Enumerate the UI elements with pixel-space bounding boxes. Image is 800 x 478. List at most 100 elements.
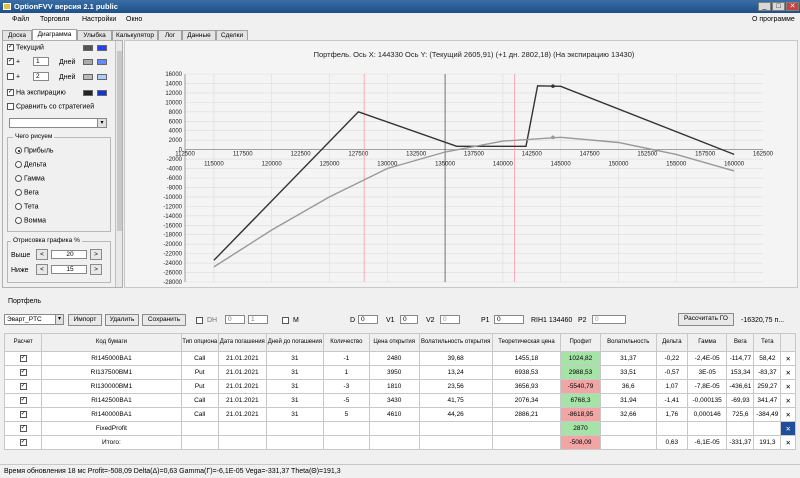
menu-settings[interactable]: Настройки — [82, 16, 116, 23]
col-header[interactable]: Код бумаги — [41, 333, 182, 352]
fixed-delete-icon[interactable]: ✕ — [780, 421, 796, 436]
above-input[interactable]: 20 — [51, 250, 87, 259]
plus1-color-2[interactable] — [97, 59, 107, 65]
plus2-checkbox[interactable] — [7, 73, 14, 80]
radio-vomma[interactable]: Вомма — [15, 217, 46, 224]
delete-row-icon[interactable]: ✕ — [780, 365, 796, 380]
col-header[interactable]: Волатильность — [599, 333, 657, 352]
col-header[interactable]: Дней до погашения — [265, 333, 325, 352]
dh-input-1[interactable]: 0 — [225, 315, 245, 324]
delete-row-icon[interactable]: ✕ — [780, 407, 796, 422]
col-header[interactable]: Количество — [323, 333, 370, 352]
tab-smile[interactable]: Улыбка — [77, 30, 112, 40]
row-checkbox[interactable]: ✓ — [19, 410, 27, 418]
below-input[interactable]: 15 — [51, 265, 87, 274]
calc-checkbox[interactable]: ✓ — [3, 351, 43, 366]
plus1-days-input[interactable]: 1 — [33, 57, 49, 66]
col-header[interactable]: Тип опциона — [180, 333, 219, 352]
maximize-button[interactable]: □ — [772, 2, 785, 11]
col-header[interactable]: Профит — [560, 333, 601, 352]
strategy-select[interactable]: ▾ — [9, 118, 107, 128]
tab-deals[interactable]: Сделки — [216, 30, 248, 40]
calc-checkbox[interactable]: ✓ — [3, 379, 43, 394]
current-checkbox[interactable]: ✓ — [7, 44, 14, 51]
menu-window[interactable]: Окно — [126, 16, 142, 23]
close-button[interactable]: ✕ — [786, 2, 799, 11]
col-header[interactable]: Тета — [753, 333, 782, 352]
total-checkbox[interactable]: ✓ — [19, 438, 27, 446]
total-delete-icon[interactable]: ✕ — [780, 435, 796, 450]
dh-input-2[interactable]: 1 — [248, 315, 268, 324]
tab-data[interactable]: Данные — [182, 30, 216, 40]
radio-theta[interactable]: Тета — [15, 203, 39, 210]
radio-gamma[interactable]: Гамма — [15, 175, 45, 182]
row-checkbox[interactable]: ✓ — [19, 382, 27, 390]
col-header[interactable]: Цена открытия — [368, 333, 420, 352]
row-checkbox[interactable]: ✓ — [19, 354, 27, 362]
expiry-color-2[interactable] — [97, 90, 107, 96]
minimize-button[interactable]: _ — [758, 2, 771, 11]
expiry-checkbox[interactable]: ✓ — [7, 89, 14, 96]
calc-checkbox[interactable]: ✓ — [3, 407, 43, 422]
calc-checkbox[interactable]: ✓ — [3, 435, 43, 450]
above-increase-button[interactable]: > — [90, 249, 102, 260]
left-panel-scrollbar[interactable] — [115, 41, 122, 287]
plus2-days-input[interactable]: 2 — [33, 72, 49, 81]
radio-theta-dot[interactable] — [15, 203, 22, 210]
plus2-color-1[interactable] — [83, 74, 93, 80]
radio-gamma-dot[interactable] — [15, 175, 22, 182]
radio-vomma-dot[interactable] — [15, 217, 22, 224]
delete-row-icon[interactable]: ✕ — [780, 379, 796, 394]
plus1-checkbox[interactable]: ✓ — [7, 58, 14, 65]
radio-vega[interactable]: Вега — [15, 189, 39, 196]
plus2-color-2[interactable] — [97, 74, 107, 80]
expiry-color-1[interactable] — [83, 90, 93, 96]
radio-vega-dot[interactable] — [15, 189, 22, 196]
calc-checkbox[interactable]: ✓ — [3, 421, 43, 436]
below-increase-button[interactable]: > — [90, 264, 102, 275]
current-color-1[interactable] — [83, 45, 93, 51]
v2-input[interactable]: 0 — [440, 315, 460, 324]
scrollbar-thumb[interactable] — [117, 51, 122, 231]
col-header[interactable]: Гамма — [686, 333, 728, 352]
col-header[interactable]: Вега — [726, 333, 755, 352]
calc-go-button[interactable]: Рассчитать ГО — [678, 313, 734, 326]
menu-about[interactable]: О программе — [752, 16, 795, 23]
compare-checkbox[interactable] — [7, 103, 14, 110]
tab-log[interactable]: Лог — [158, 30, 182, 40]
m-checkbox[interactable] — [282, 317, 289, 324]
dh-checkbox[interactable] — [196, 317, 203, 324]
calc-checkbox[interactable]: ✓ — [3, 365, 43, 380]
delete-button[interactable]: Удалить — [105, 314, 139, 326]
delete-row-icon[interactable]: ✕ — [780, 393, 796, 408]
radio-delta-dot[interactable] — [15, 161, 22, 168]
col-header[interactable]: Расчет — [3, 333, 43, 352]
tab-diagram[interactable]: Диаграмма — [32, 29, 77, 40]
row-checkbox[interactable]: ✓ — [19, 396, 27, 404]
row-checkbox[interactable]: ✓ — [19, 368, 27, 376]
current-color-2[interactable] — [97, 45, 107, 51]
radio-delta[interactable]: Дельта — [15, 161, 47, 168]
d-input[interactable]: 0 — [358, 315, 378, 324]
tab-board[interactable]: Доска — [2, 30, 32, 40]
menu-file[interactable]: Файл — [12, 16, 29, 23]
fixed-checkbox[interactable]: ✓ — [19, 424, 27, 432]
below-decrease-button[interactable]: < — [36, 264, 48, 275]
p2-input[interactable]: 0 — [592, 315, 626, 324]
plus1-color-1[interactable] — [83, 59, 93, 65]
radio-profit-dot[interactable] — [15, 147, 22, 154]
col-header[interactable]: Теоретическая цена — [491, 333, 562, 352]
above-decrease-button[interactable]: < — [36, 249, 48, 260]
tab-calculator[interactable]: Калькулятор — [112, 30, 158, 40]
save-button[interactable]: Сохранить — [142, 314, 186, 326]
delete-row-icon[interactable]: ✕ — [780, 351, 796, 366]
col-header[interactable]: Дельта — [655, 333, 688, 352]
account-select[interactable]: Эварт_PTC ▾ — [4, 314, 64, 325]
col-header[interactable]: Дата погашения — [217, 333, 267, 352]
p1-input[interactable]: 0 — [494, 315, 524, 324]
menu-trade[interactable]: Торговля — [40, 16, 69, 23]
calc-checkbox[interactable]: ✓ — [3, 393, 43, 408]
import-button[interactable]: Импорт — [68, 314, 102, 326]
v1-input[interactable]: 0 — [400, 315, 418, 324]
radio-profit[interactable]: Прибыль — [15, 147, 54, 154]
